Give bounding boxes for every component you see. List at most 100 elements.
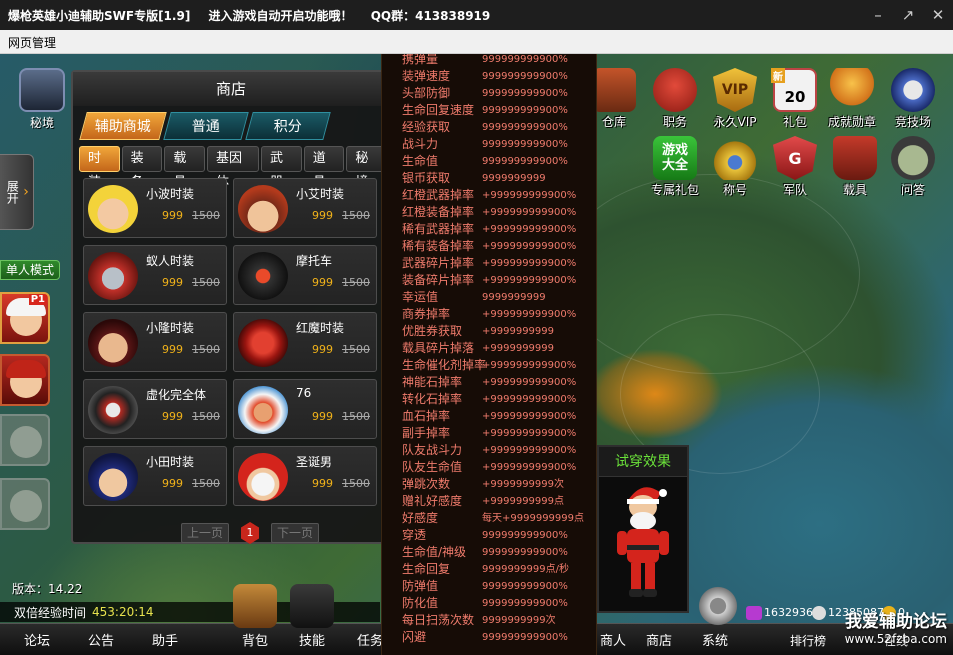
stat-name: 每日扫荡次数 [402,613,475,627]
player2-avatar[interactable] [0,354,50,406]
skill-button[interactable]: 技能 [299,630,325,649]
store-button[interactable]: 商店 [646,630,672,649]
shop-item-card[interactable]: 摩托车 999 1500 [233,245,377,305]
stat-value: 9999999999 [482,292,546,303]
stat-name: 优胜券获取 [402,324,463,338]
stat-value: 999999999900% [482,122,568,133]
gift-pack-button[interactable]: 20 新 礼包 [765,68,825,130]
current-page[interactable]: 1 [241,522,259,544]
item-old-price: 1500 [342,410,370,423]
shop-panel: 商店 辅助商城 普通 积分 时装 装备 载具 基因体 武器 道具 秘境 小波时装… [71,70,391,544]
item-name: 76 [296,386,312,400]
shop-item-card[interactable]: 小艾时装 999 1500 [233,178,377,238]
stat-row: 红橙武器掉率 +999999999900% [382,187,596,204]
item-old-price: 1500 [342,477,370,490]
item-old-price: 1500 [342,276,370,289]
stat-row: 稀有武器掉率 +999999999900% [382,221,596,238]
tab-normal[interactable]: 普通 [163,112,249,140]
shop-item-card[interactable]: 小波时装 999 1500 [83,178,227,238]
maximize-button[interactable]: ↗ [893,0,923,30]
gem-currency-value: 1632936 [764,606,813,619]
menu-bar: 网页管理 [0,30,953,54]
next-page-button[interactable]: 下一页 [271,523,319,543]
quiz-button[interactable]: 问答 [883,136,943,198]
shop-item-card[interactable]: 小田时装 999 1500 [83,446,227,506]
task-button[interactable]: 任务 [357,630,383,649]
assistant-button[interactable]: 助手 [152,630,178,649]
warehouse-icon [592,68,636,112]
item-price: 999 [312,209,333,222]
job-button[interactable]: 职务 [645,68,705,130]
achievement-button[interactable]: 成就勋章 [822,68,882,130]
stat-name: 副手掉率 [402,426,451,440]
stat-row: 队友生命值 +999999999900% [382,459,596,476]
army-button[interactable]: G 军队 [765,136,825,198]
shop-item-card[interactable]: 红魔时装 999 1500 [233,312,377,372]
locked-avatar[interactable] [0,478,50,530]
stat-value: 999999999900% [482,598,568,609]
subtab-equipment[interactable]: 装备 [121,146,163,190]
stat-value: +999999999900% [482,394,577,405]
stat-value: +999999999900% [482,207,577,218]
item-price: 999 [162,276,183,289]
shop-item-card[interactable]: 虚化完全体 999 1500 [83,379,227,439]
shop-item-card[interactable]: 76 999 1500 [233,379,377,439]
menu-item-web-manage[interactable]: 网页管理 [0,30,64,55]
double-exp-time: 453:20:14 [92,605,154,619]
stat-row: 装弹速度 999999999900% [382,68,596,85]
subtab-vehicle[interactable]: 载具 [164,146,206,190]
notice-button[interactable]: 公告 [88,630,114,649]
stat-row: 穿透 999999999900% [382,527,596,544]
avatar-face [10,490,42,522]
title-button[interactable]: 称号 [705,136,765,198]
stat-row: 银币获取 9999999999 [382,170,596,187]
stat-name: 商券掉率 [402,307,451,321]
minimize-button[interactable]: – [863,0,893,30]
system-button[interactable]: 系统 [702,630,728,649]
stat-row: 战斗力 999999999900% [382,136,596,153]
expand-button[interactable]: 展开 › [0,154,34,230]
stat-row: 生命值/神级 999999999900% [382,544,596,561]
try-on-title: 试穿效果 [599,447,687,477]
subtab-fashion[interactable]: 时装 [79,146,120,190]
backpack-button[interactable]: 背包 [242,630,268,649]
forum-button[interactable]: 论坛 [24,630,50,649]
stat-value: +999999999900% [482,411,577,422]
prev-page-button[interactable]: 上一页 [181,523,229,543]
merchant-button[interactable]: 商人 [600,630,626,649]
tab-points[interactable]: 积分 [245,112,331,140]
item-old-price: 1500 [192,276,220,289]
single-mode-label[interactable]: 单人模式 [0,260,60,280]
item-icon [88,453,138,501]
stat-value: 9999999999次 [482,615,556,626]
stat-value: 999999999900% [482,530,568,541]
player1-avatar[interactable]: P1 [0,292,50,344]
stat-name: 血石掉率 [402,409,451,423]
stat-value: 999999999900% [482,54,568,65]
item-old-price: 1500 [342,343,370,356]
close-button[interactable]: ✕ [923,0,953,30]
shop-item-card[interactable]: 圣诞男 999 1500 [233,446,377,506]
vip-button[interactable]: VIP 永久VIP [705,68,765,130]
subtab-weapon[interactable]: 武器 [261,146,302,190]
stat-row: 好感度 每天+9999999999点 [382,510,596,527]
subtab-item[interactable]: 道具 [303,146,345,190]
tab-fuzhu-shop[interactable]: 辅助商城 [79,112,167,140]
shop-item-card[interactable]: 蚁人时装 999 1500 [83,245,227,305]
ranking-button[interactable]: 排行榜 [790,632,826,649]
arena-button[interactable]: 竞技场 [883,68,943,130]
stat-row: 神能石掉率 +999999999900% [382,374,596,391]
vehicle-button[interactable]: 载具 [825,136,885,198]
stat-value: +9999999999 [482,326,555,337]
vehicle-label: 载具 [842,183,867,197]
shop-item-card[interactable]: 小隆时装 999 1500 [83,312,227,372]
stat-name: 红橙武器掉率 [402,188,475,202]
locked-avatar[interactable] [0,414,50,466]
stat-name: 武器碎片掉率 [402,256,475,270]
stat-name: 神能石掉率 [402,375,463,389]
exclusive-gift-button[interactable]: 游戏 大全 专属礼包 [645,136,705,198]
mijing-button[interactable]: 秘境 [14,68,70,131]
silver-currency-icon [812,606,826,620]
item-icon [238,185,288,233]
subtab-gene[interactable]: 基因体 [207,146,260,190]
